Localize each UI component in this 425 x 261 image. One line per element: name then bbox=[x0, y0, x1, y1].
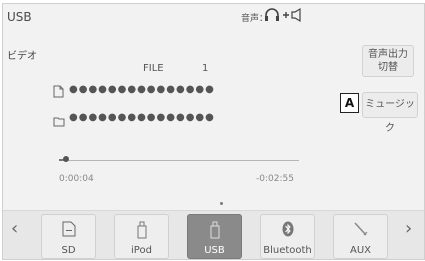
source-label-usb: USB bbox=[204, 245, 225, 256]
progress-knob[interactable] bbox=[63, 156, 69, 162]
folder-icon bbox=[53, 112, 65, 131]
source-button-aux[interactable]: AUX bbox=[333, 214, 388, 259]
prev-arrow-icon[interactable]: ‹ bbox=[11, 218, 18, 239]
folder-name: ●●●●●●●●●●●●●●● bbox=[69, 112, 215, 123]
progress-track[interactable] bbox=[59, 160, 299, 161]
file-icon bbox=[53, 83, 64, 102]
aux-cable-icon bbox=[353, 221, 369, 241]
elapsed-time: 0:00:04 bbox=[59, 174, 94, 184]
source-label-aux: AUX bbox=[349, 245, 371, 256]
headphone-speaker-icon bbox=[265, 7, 301, 23]
next-arrow-icon[interactable]: › bbox=[405, 218, 412, 239]
source-label-ipod: iPod bbox=[131, 245, 152, 256]
source-button-usb[interactable]: USB bbox=[187, 214, 242, 259]
remaining-time: -0:02:55 bbox=[256, 174, 294, 184]
bluetooth-icon bbox=[282, 221, 294, 241]
usb-drive-icon bbox=[210, 221, 220, 243]
file-label: FILE bbox=[143, 63, 164, 74]
source-button-ipod[interactable]: iPod bbox=[114, 214, 169, 259]
audio-output-switch-line2: 切替 bbox=[378, 62, 398, 73]
source-button-sd[interactable]: SD bbox=[41, 214, 96, 259]
source-label-bluetooth: Bluetooth bbox=[263, 245, 312, 256]
source-type-label: ビデオ bbox=[7, 51, 37, 62]
file-number: 1 bbox=[202, 63, 209, 74]
music-button[interactable]: ミュージック bbox=[362, 92, 418, 134]
page-indicator-dot bbox=[220, 202, 223, 205]
audio-output-indicator bbox=[264, 7, 324, 27]
sd-card-icon bbox=[62, 221, 76, 241]
audio-output-switch-line1: 音声出力 bbox=[368, 49, 408, 60]
audio-output-switch-button[interactable]: 音声出力 切替 bbox=[362, 45, 414, 77]
track-title: ●●●●●●●●●●●●●●● bbox=[69, 84, 215, 95]
ipod-icon bbox=[137, 221, 147, 243]
source-label-sd: SD bbox=[61, 245, 76, 256]
screen-title: USB bbox=[7, 10, 32, 24]
callout-marker: A bbox=[340, 93, 359, 113]
source-button-bluetooth[interactable]: Bluetooth bbox=[260, 214, 315, 259]
usb-video-screen: USB 音声： ビデオ FILE 1 ●●●●●●●●●●●●●●● ●●●●●… bbox=[2, 3, 425, 260]
